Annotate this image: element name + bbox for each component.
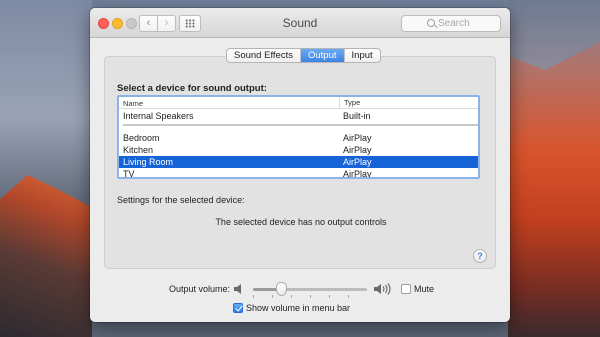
show-volume-in-menu-bar-checkbox[interactable]	[233, 303, 243, 313]
speaker-low-icon	[234, 284, 241, 294]
help-button[interactable]: ?	[473, 249, 487, 263]
device-type: AirPlay	[343, 169, 372, 179]
output-volume-label: Output volume:	[169, 284, 231, 294]
volume-slider-knob[interactable]	[276, 282, 287, 296]
device-type: AirPlay	[343, 145, 372, 155]
search-placeholder: Search	[438, 18, 470, 29]
column-header-type[interactable]: Type	[339, 97, 360, 108]
device-type: Built-in	[343, 111, 371, 121]
device-table[interactable]: Name Type Internal Speakers Built-in Bed…	[117, 95, 480, 179]
no-controls-message: The selected device has no output contro…	[215, 217, 387, 227]
tab-output[interactable]: Output	[300, 49, 345, 62]
mute-label: Mute	[414, 284, 435, 294]
device-name: TV	[123, 169, 135, 179]
tab-input[interactable]: Input	[345, 49, 380, 62]
search-icon	[427, 19, 435, 27]
title-bar: ‹ › Sound Search	[90, 8, 510, 38]
volume-slider-track[interactable]	[253, 288, 367, 291]
show-volume-in-menu-bar-label: Show volume in menu bar	[246, 303, 351, 313]
device-name: Internal Speakers	[123, 111, 194, 121]
mute-checkbox[interactable]	[401, 284, 411, 294]
table-row-living-room[interactable]: Living Room AirPlay	[119, 156, 478, 168]
device-type: AirPlay	[343, 157, 372, 167]
search-field[interactable]: Search	[401, 15, 501, 32]
table-header: Name Type	[119, 97, 478, 109]
table-row-tv[interactable]: TV AirPlay	[119, 168, 478, 179]
tab-sound-effects[interactable]: Sound Effects	[227, 49, 301, 62]
table-row-kitchen[interactable]: Kitchen AirPlay	[119, 144, 478, 156]
device-name: Kitchen	[123, 145, 154, 155]
volume-slider-ticks	[253, 295, 367, 298]
column-header-name[interactable]: Name	[123, 99, 143, 108]
speaker-high-icon	[374, 283, 391, 295]
device-type: AirPlay	[343, 133, 372, 143]
table-row-bedroom[interactable]: Bedroom AirPlay	[119, 132, 478, 144]
device-settings-label: Settings for the selected device:	[117, 195, 245, 205]
table-row-internal-speakers[interactable]: Internal Speakers Built-in	[119, 110, 478, 122]
question-mark-icon: ?	[477, 251, 483, 261]
device-name: Bedroom	[123, 133, 160, 143]
tab-bar: Sound Effects Output Input	[226, 48, 381, 63]
output-panel: Select a device for sound output: Name T…	[104, 56, 496, 269]
sound-preferences-window: ‹ › Sound Search Select a device for sou…	[90, 8, 510, 322]
device-list-heading: Select a device for sound output:	[117, 83, 267, 94]
table-separator	[123, 124, 478, 126]
device-name: Living Room	[123, 157, 174, 167]
